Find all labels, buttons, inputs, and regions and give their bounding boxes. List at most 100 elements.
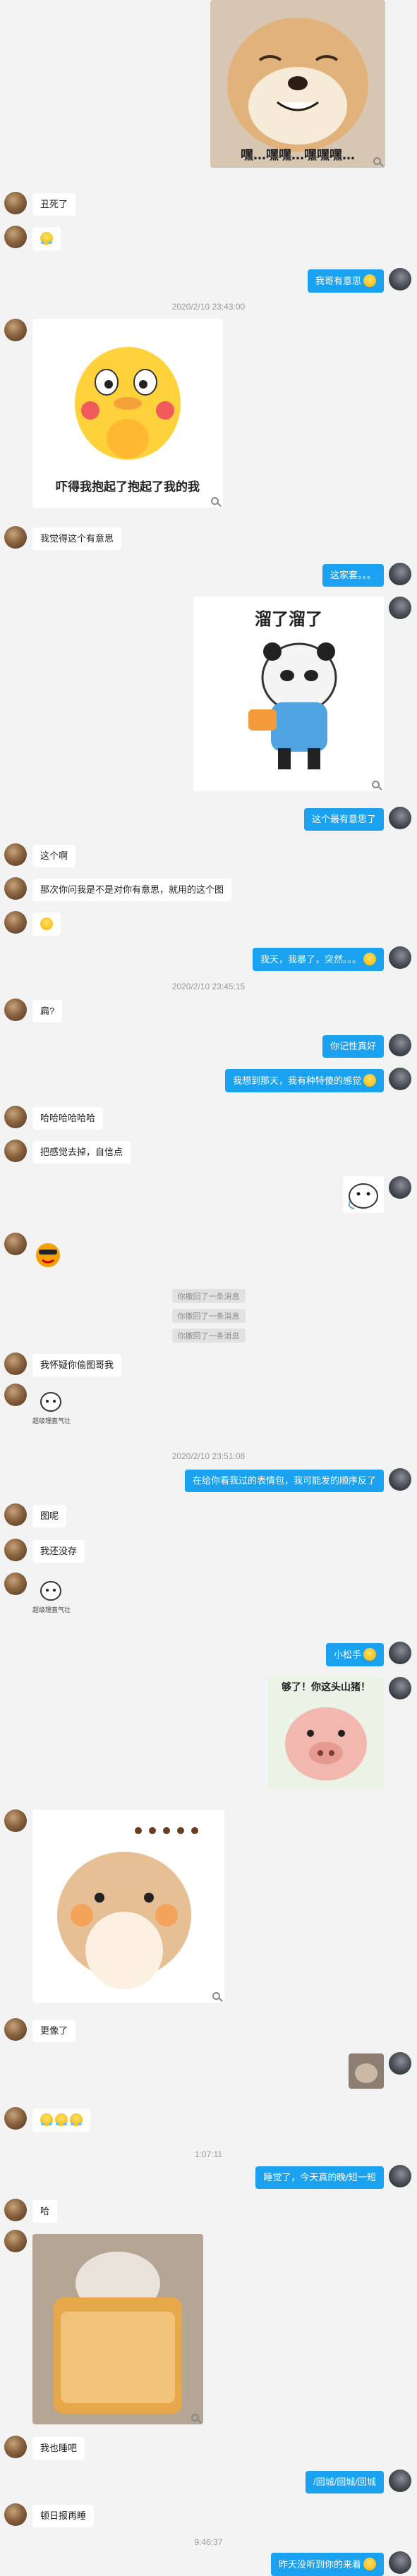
- message-bubble[interactable]: 你记性真好: [322, 1035, 384, 1058]
- magnify-icon[interactable]: [211, 497, 219, 505]
- avatar[interactable]: [4, 1503, 27, 1526]
- avatar[interactable]: [4, 1573, 27, 1595]
- avatar[interactable]: [4, 911, 27, 934]
- avatar[interactable]: [389, 807, 411, 829]
- message-bubble[interactable]: 小松手: [325, 1643, 384, 1666]
- avatar[interactable]: [4, 226, 27, 248]
- recall-notice: 你撤回了一条消息: [171, 1309, 246, 1323]
- avatar[interactable]: [389, 2470, 411, 2492]
- sticker-caption: 超级理直气壮: [32, 1606, 71, 1613]
- message-bubble[interactable]: 我想到那天，我有种特傻的感觉: [224, 1069, 384, 1092]
- avatar[interactable]: [389, 1642, 411, 1664]
- avatar[interactable]: [389, 1677, 411, 1699]
- message-bubble[interactable]: 昨天没听到你的来着: [270, 2553, 384, 2576]
- message-bubble[interactable]: 图呢: [32, 1505, 67, 1527]
- avatar[interactable]: [389, 2052, 411, 2075]
- avatar[interactable]: [4, 1539, 27, 1561]
- photo-thumbnail[interactable]: [349, 2053, 384, 2089]
- sticker-caption: 超级理直气壮: [32, 1417, 71, 1424]
- message-bubble[interactable]: 我也睡吧: [32, 2437, 85, 2460]
- avatar[interactable]: [389, 1468, 411, 1491]
- avatar[interactable]: [389, 2551, 411, 2574]
- photo-message[interactable]: [32, 2234, 203, 2424]
- avatar[interactable]: [4, 2436, 27, 2458]
- avatar[interactable]: [389, 1068, 411, 1090]
- avatar[interactable]: [4, 2230, 27, 2252]
- timestamp: 2020/2/10 23:43:00: [171, 302, 246, 312]
- grin-icon: [363, 274, 376, 287]
- avatar[interactable]: [4, 526, 27, 549]
- recall-notice: 你撤回了一条消息: [171, 1329, 246, 1343]
- message-bubble[interactable]: 我天，我暴了，突然。。。: [252, 948, 384, 971]
- magnify-icon[interactable]: [212, 1992, 220, 2000]
- avatar[interactable]: [4, 2107, 27, 2130]
- magnify-icon[interactable]: [373, 157, 381, 165]
- message-bubble[interactable]: [32, 912, 61, 936]
- confident-sticker[interactable]: 超级理直气壮: [32, 1388, 76, 1427]
- message-text: 昨天没听到你的来着: [278, 2559, 361, 2570]
- avatar[interactable]: [4, 319, 27, 341]
- avatar[interactable]: [4, 2018, 27, 2041]
- pig-sticker[interactable]: 够了！你这头山猪！: [268, 1677, 384, 1790]
- avatar[interactable]: [389, 1034, 411, 1056]
- message-bubble[interactable]: 我怀疑你偷图哥我: [32, 1354, 122, 1376]
- avatar[interactable]: [4, 1384, 27, 1406]
- avatar[interactable]: [4, 1809, 27, 1832]
- avatar[interactable]: [389, 946, 411, 969]
- hamster-sticker[interactable]: [32, 1809, 224, 2003]
- message-bubble[interactable]: 我哥有意思: [307, 269, 384, 293]
- laughing-tears-icon: [55, 2113, 68, 2126]
- sunglasses-sticker[interactable]: [32, 1238, 64, 1269]
- avatar[interactable]: [389, 597, 411, 619]
- magnify-icon[interactable]: [191, 2414, 199, 2422]
- magnify-icon[interactable]: [372, 781, 380, 788]
- shiba-sticker[interactable]: 嘿…嘿嘿…嘿嘿嘿…: [210, 0, 385, 168]
- message-bubble[interactable]: 这家套。。。: [322, 564, 384, 587]
- message-bubble[interactable]: 这个啊: [32, 845, 76, 867]
- message-bubble[interactable]: /回城/回城/回城: [306, 2471, 384, 2493]
- message-bubble[interactable]: 睡觉了，今天真的晚/短一短: [255, 2166, 384, 2189]
- avatar[interactable]: [389, 2165, 411, 2187]
- message-bubble[interactable]: 哈哈哈哈哈哈: [32, 1107, 104, 1130]
- message-bubble[interactable]: 这个最有意思了: [303, 808, 384, 831]
- message-bubble[interactable]: [32, 227, 61, 250]
- avatar[interactable]: [389, 563, 411, 585]
- panda-sticker[interactable]: 溜了溜了: [193, 597, 384, 791]
- message-text: 我想到那天，我有种特傻的感觉: [232, 1075, 361, 1086]
- avatar[interactable]: [4, 2199, 27, 2221]
- message-bubble[interactable]: 我觉得这个有意思: [32, 527, 122, 550]
- duck-sticker[interactable]: 吓得我抱起了抱起了我的我: [32, 319, 223, 508]
- avatar[interactable]: [4, 1353, 27, 1375]
- cat-sticker[interactable]: [343, 1176, 384, 1213]
- sunglasses-image: [36, 1243, 60, 1267]
- message-bubble[interactable]: 哈: [32, 2200, 58, 2223]
- message-bubble[interactable]: 那次你问我是不是对你有意思，就用的这个图: [32, 879, 232, 901]
- cat-image: [343, 1176, 384, 1213]
- avatar[interactable]: [4, 192, 27, 214]
- avatar[interactable]: [4, 2503, 27, 2526]
- laughing-tears-icon: [40, 2113, 53, 2126]
- avatar[interactable]: [4, 877, 27, 900]
- message-bubble[interactable]: 我还没存: [32, 1540, 85, 1563]
- avatar[interactable]: [4, 843, 27, 866]
- message-bubble[interactable]: 扁?: [32, 1000, 63, 1023]
- grin-icon: [363, 2558, 376, 2570]
- message-bubble[interactable]: 顿日报再睡: [32, 2505, 95, 2527]
- avatar[interactable]: [4, 1106, 27, 1128]
- laughing-tears-icon: [40, 232, 53, 245]
- avatar[interactable]: [4, 1233, 27, 1255]
- avatar[interactable]: [389, 1176, 411, 1199]
- tongue-out-icon: [363, 953, 376, 965]
- avatar[interactable]: [4, 1140, 27, 1162]
- message-bubble[interactable]: 更像了: [32, 2020, 76, 2042]
- message-bubble[interactable]: [32, 2108, 90, 2132]
- message-text: 小松手: [333, 1649, 361, 1660]
- message-bubble[interactable]: 丑死了: [32, 193, 76, 216]
- avatar[interactable]: [4, 999, 27, 1021]
- grin-icon: [363, 1648, 376, 1661]
- avatar[interactable]: [389, 268, 411, 291]
- message-bubble[interactable]: 把感觉去掉，自信点: [32, 1141, 131, 1164]
- message-bubble[interactable]: 在给你看我过的表情包，我可能发的顺序反了: [184, 1470, 384, 1492]
- laughing-tears-icon: [70, 2113, 83, 2126]
- confident-sticker[interactable]: 超级理直气壮: [32, 1577, 76, 1616]
